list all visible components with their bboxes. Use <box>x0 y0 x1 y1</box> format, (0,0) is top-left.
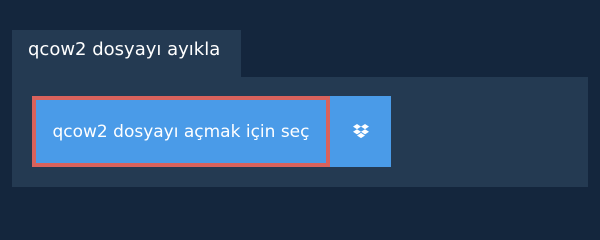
dropbox-icon <box>352 123 370 140</box>
select-file-button[interactable]: qcow2 dosyayı açmak için seç <box>32 96 330 167</box>
dropbox-button[interactable] <box>330 96 391 167</box>
select-file-label: qcow2 dosyayı açmak için seç <box>52 121 310 142</box>
tab-extract-qcow2[interactable]: qcow2 dosyayı ayıkla <box>12 30 241 77</box>
tab-label: qcow2 dosyayı ayıkla <box>28 39 221 60</box>
